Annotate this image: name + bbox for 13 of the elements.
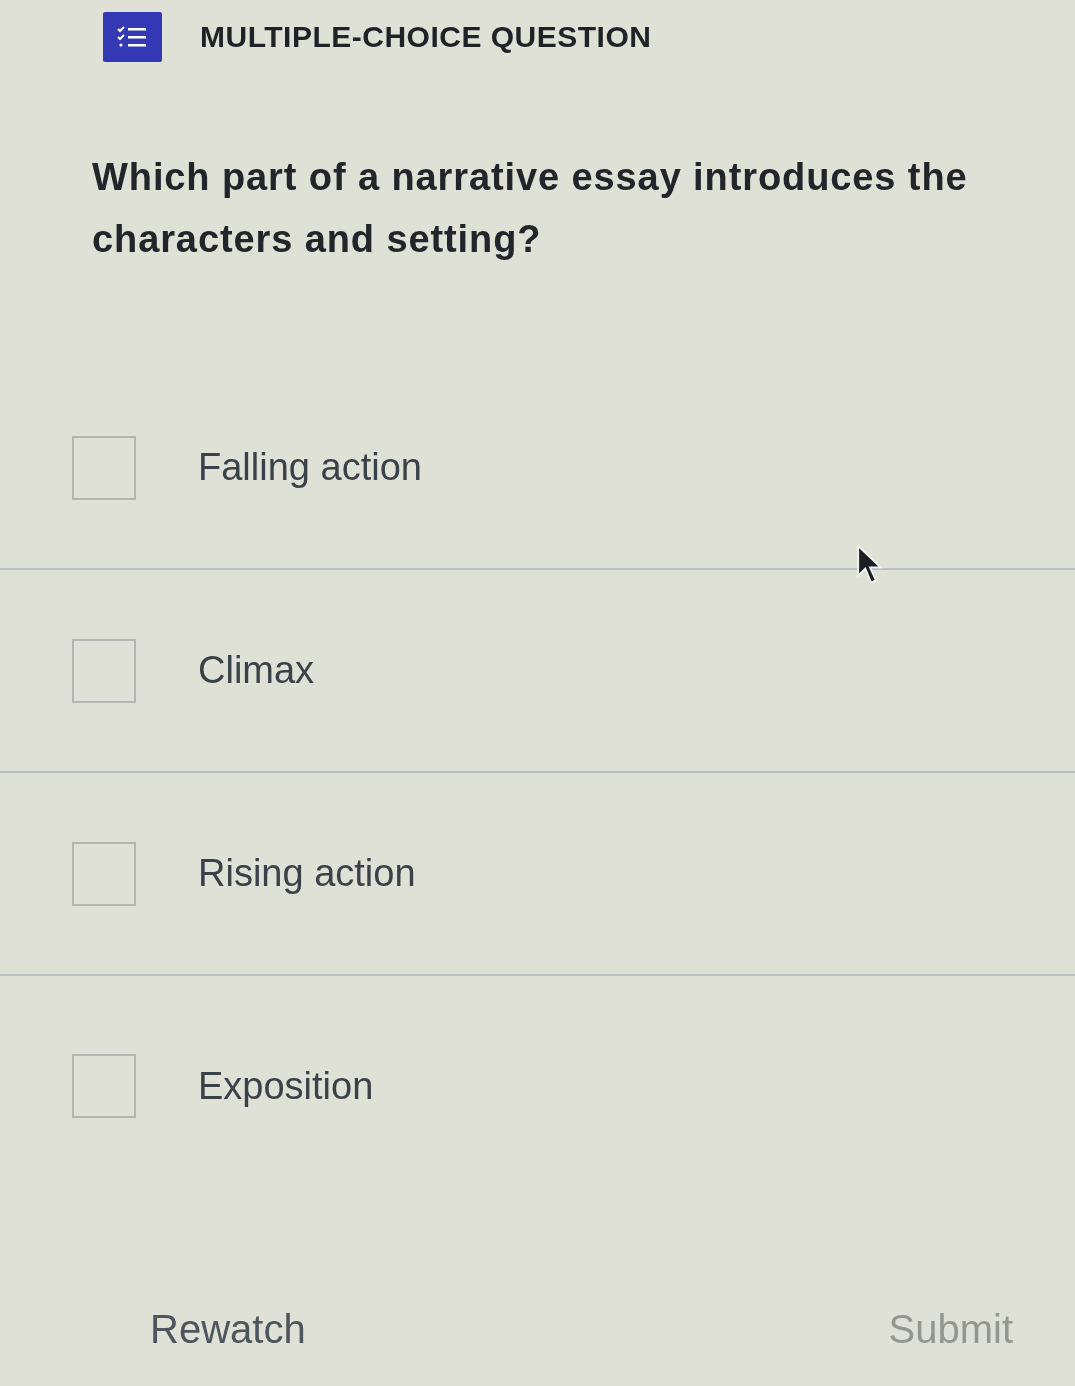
- checklist-icon: [103, 12, 162, 62]
- checkbox[interactable]: [72, 638, 136, 703]
- question-type-title: MULTIPLE-CHOICE QUESTION: [200, 20, 652, 54]
- checkbox[interactable]: [72, 841, 136, 906]
- answer-option[interactable]: Climax: [198, 649, 315, 692]
- cursor-icon: [857, 545, 883, 585]
- answer-option[interactable]: Falling action: [198, 446, 422, 489]
- answer-option[interactable]: Exposition: [198, 1064, 374, 1108]
- question-text: Which part of a narrative essay introduces the characters and setting?: [92, 155, 969, 262]
- checkbox[interactable]: [72, 1054, 136, 1118]
- answer-option[interactable]: Rising action: [198, 852, 416, 895]
- checkbox[interactable]: [72, 435, 136, 500]
- rewatch-button[interactable]: Rewatch: [150, 1304, 306, 1354]
